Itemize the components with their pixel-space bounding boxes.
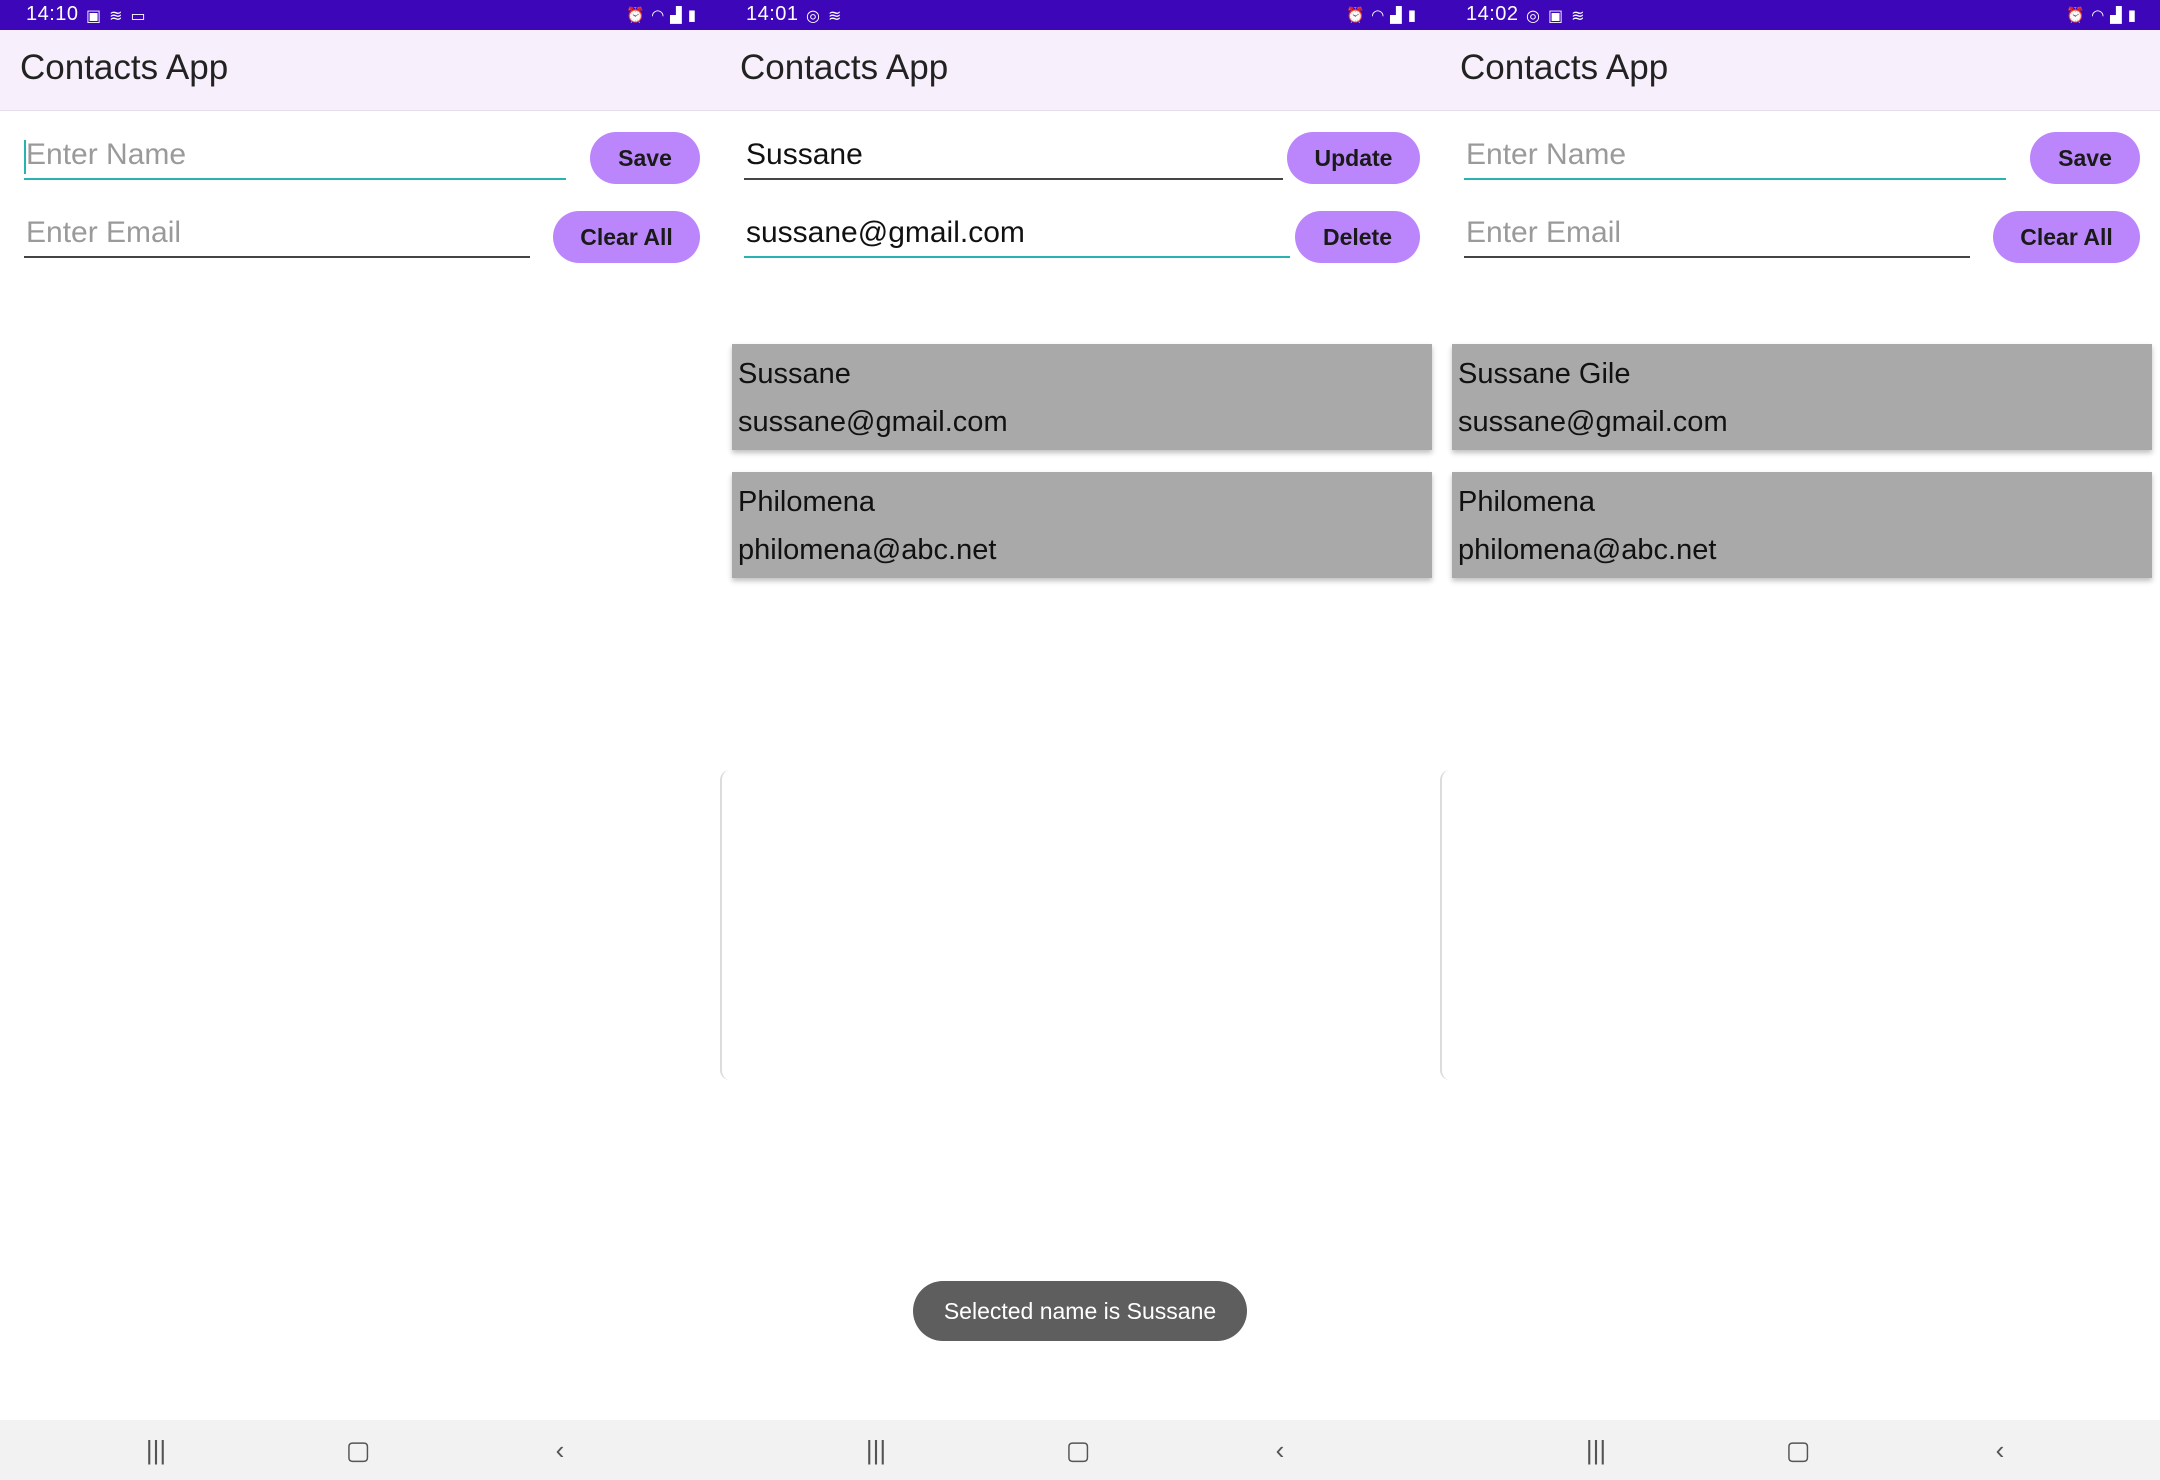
battery-icon: ▮ bbox=[2127, 7, 2136, 24]
name-input[interactable] bbox=[1464, 134, 2010, 176]
save-button[interactable]: Save bbox=[2030, 132, 2140, 184]
screen-1: 14:10 ▣ ≋ ▭ ⏰ ◠ ▟ ▮ Contacts App Save Cl… bbox=[0, 0, 720, 1480]
signal-icon: ▟ bbox=[2110, 7, 2122, 24]
home-icon[interactable]: ▢ bbox=[338, 1430, 378, 1470]
app-bar: Contacts App bbox=[1440, 30, 2160, 111]
alarm-icon: ⏰ bbox=[626, 7, 646, 24]
wifi-icon: ◠ bbox=[1371, 7, 1385, 24]
status-right-icons: ⏰ ◠ ▟ ▮ bbox=[2066, 6, 2136, 24]
email-input[interactable] bbox=[744, 212, 1294, 254]
status-bar: 14:10 ▣ ≋ ▭ ⏰ ◠ ▟ ▮ bbox=[0, 0, 720, 30]
screen-2: 14:01 ◎ ≋ ⏰ ◠ ▟ ▮ Contacts App Update De… bbox=[720, 0, 1440, 1480]
whatsapp-icon: ◎ bbox=[806, 8, 820, 25]
back-icon[interactable]: ‹ bbox=[1980, 1430, 2020, 1470]
home-icon[interactable]: ▢ bbox=[1778, 1430, 1818, 1470]
name-field[interactable] bbox=[1464, 134, 2010, 180]
cast-icon: ≋ bbox=[1571, 8, 1585, 25]
contact-card[interactable]: Sussane sussane@gmail.com bbox=[732, 344, 1432, 450]
battery-icon: ▮ bbox=[1407, 7, 1416, 24]
name-input[interactable] bbox=[744, 134, 1287, 176]
contact-email: philomena@abc.net bbox=[738, 534, 997, 566]
battery-icon: ▮ bbox=[687, 7, 696, 24]
contact-email: sussane@gmail.com bbox=[738, 406, 1008, 438]
status-time: 14:01 bbox=[746, 3, 799, 25]
navigation-bar: ||| ▢ ‹ bbox=[720, 1420, 1440, 1480]
email-input[interactable] bbox=[24, 212, 534, 254]
contact-name: Philomena bbox=[738, 486, 876, 518]
app-title: Contacts App bbox=[20, 48, 229, 87]
email-input[interactable] bbox=[1464, 212, 1974, 254]
divider bbox=[720, 770, 730, 1080]
save-button[interactable]: Save bbox=[590, 132, 700, 184]
status-bar: 14:01 ◎ ≋ ⏰ ◠ ▟ ▮ bbox=[720, 0, 1440, 30]
clear-all-button[interactable]: Clear All bbox=[553, 211, 700, 263]
update-button[interactable]: Update bbox=[1287, 132, 1420, 184]
contact-name: Sussane bbox=[738, 358, 851, 390]
email-field[interactable] bbox=[24, 212, 534, 258]
alarm-icon: ⏰ bbox=[1346, 7, 1366, 24]
contact-card[interactable]: Sussane Gile sussane@gmail.com bbox=[1452, 344, 2152, 450]
app-bar: Contacts App bbox=[0, 30, 720, 111]
contact-name: Sussane Gile bbox=[1458, 358, 1631, 390]
divider bbox=[1440, 770, 1450, 1080]
email-field[interactable] bbox=[1464, 212, 1974, 258]
name-field[interactable] bbox=[744, 134, 1287, 180]
recent-apps-icon[interactable]: ||| bbox=[136, 1430, 176, 1470]
email-field[interactable] bbox=[744, 212, 1294, 258]
delete-button[interactable]: Delete bbox=[1295, 211, 1420, 263]
home-icon[interactable]: ▢ bbox=[1058, 1430, 1098, 1470]
recent-apps-icon[interactable]: ||| bbox=[1576, 1430, 1616, 1470]
back-icon[interactable]: ‹ bbox=[540, 1430, 580, 1470]
contact-name: Philomena bbox=[1458, 486, 1596, 518]
whatsapp-icon: ◎ bbox=[1526, 8, 1540, 25]
status-left-icons: ◎ ≋ bbox=[806, 6, 841, 26]
recent-apps-icon[interactable]: ||| bbox=[856, 1430, 896, 1470]
alarm-icon: ⏰ bbox=[2066, 7, 2086, 24]
app-title: Contacts App bbox=[1460, 48, 1669, 87]
name-input[interactable] bbox=[24, 134, 570, 176]
cast-icon: ≋ bbox=[827, 8, 842, 25]
status-left-icons: ▣ ≋ ▭ bbox=[86, 6, 146, 26]
screen-3: 14:02 ◎ ▣ ≋ ⏰ ◠ ▟ ▮ Contacts App Save Cl… bbox=[1440, 0, 2160, 1480]
navigation-bar: ||| ▢ ‹ bbox=[0, 1420, 720, 1480]
toast-message: Selected name is Sussane bbox=[913, 1281, 1247, 1341]
contact-card[interactable]: Philomena philomena@abc.net bbox=[1452, 472, 2152, 578]
name-field[interactable] bbox=[24, 134, 570, 180]
status-time: 14:02 bbox=[1466, 3, 1519, 25]
wifi-icon: ◠ bbox=[2091, 7, 2105, 24]
back-icon[interactable]: ‹ bbox=[1260, 1430, 1300, 1470]
app-bar: Contacts App bbox=[720, 30, 1440, 111]
app-title: Contacts App bbox=[740, 48, 949, 87]
contact-email: philomena@abc.net bbox=[1458, 534, 1717, 566]
text-cursor bbox=[24, 140, 26, 174]
clear-all-button[interactable]: Clear All bbox=[1993, 211, 2140, 263]
status-right-icons: ⏰ ◠ ▟ ▮ bbox=[626, 6, 696, 24]
gallery-icon: ▣ bbox=[86, 8, 102, 25]
status-right-icons: ⏰ ◠ ▟ ▮ bbox=[1346, 6, 1416, 24]
navigation-bar: ||| ▢ ‹ bbox=[1440, 1420, 2160, 1480]
status-bar: 14:02 ◎ ▣ ≋ ⏰ ◠ ▟ ▮ bbox=[1440, 0, 2160, 30]
cast-icon: ≋ bbox=[109, 8, 123, 25]
status-left-icons: ◎ ▣ ≋ bbox=[1526, 6, 1585, 26]
gallery-icon: ▣ bbox=[1547, 8, 1564, 25]
signal-icon: ▟ bbox=[670, 7, 682, 24]
signal-icon: ▟ bbox=[1390, 7, 1402, 24]
wifi-icon: ◠ bbox=[651, 7, 665, 24]
folder-icon: ▭ bbox=[130, 8, 146, 25]
contact-email: sussane@gmail.com bbox=[1458, 406, 1728, 438]
contact-card[interactable]: Philomena philomena@abc.net bbox=[732, 472, 1432, 578]
status-time: 14:10 bbox=[26, 3, 79, 25]
